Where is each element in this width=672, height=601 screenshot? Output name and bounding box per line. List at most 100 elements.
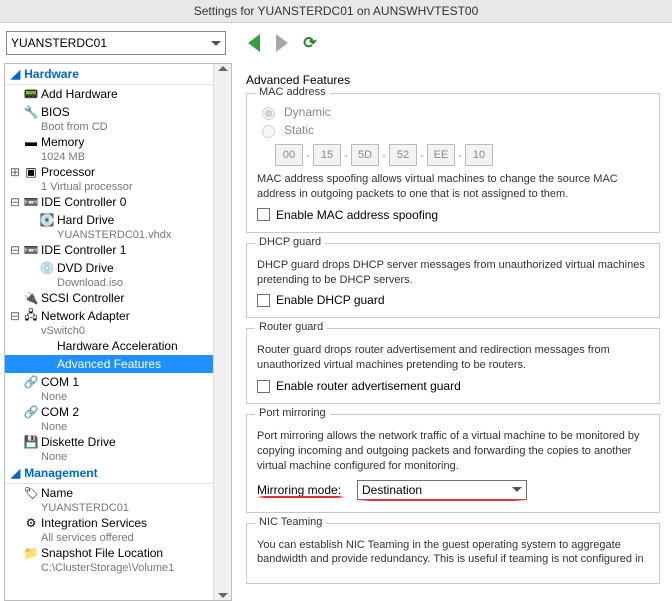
hardware-section-header[interactable]: ◢ Hardware (5, 64, 213, 85)
add-hardware-icon: 📟 (23, 86, 39, 102)
mac-spoofing-checkbox[interactable]: Enable MAC address spoofing (257, 208, 649, 222)
sidebar-scrollbar[interactable] (213, 64, 231, 600)
ide-icon: 📼 (23, 194, 39, 210)
refresh-icon: ⟳ (303, 33, 316, 53)
hardware-label: Hardware (24, 67, 79, 81)
mirroring-mode-select[interactable]: Destination (357, 480, 527, 500)
memory-sub: 1024 MB (5, 151, 213, 163)
mirroring-mode-value: Destination (362, 483, 422, 497)
collapse-icon: ◢ (11, 67, 20, 81)
collapse-icon[interactable]: ⊟ (9, 243, 21, 257)
mirror-legend: Port mirroring (255, 407, 330, 419)
hdd-icon: 💽 (39, 212, 55, 228)
checkbox-icon (257, 208, 270, 221)
com-icon: 🔗 (23, 404, 39, 420)
team-legend: NIC Teaming (255, 516, 326, 528)
tree-item-name[interactable]: 🏷Name (5, 484, 213, 502)
dhcp-desc: DHCP guard drops DHCP server messages fr… (257, 258, 649, 288)
mac-oct-1: 15 (313, 144, 341, 166)
triangle-right-icon (276, 34, 288, 52)
diskette-icon: 💾 (23, 434, 39, 450)
name-icon: 🏷 (23, 485, 39, 501)
triangle-left-icon (248, 34, 260, 52)
com2-sub: None (5, 421, 213, 433)
management-section-header[interactable]: ◢ Management (5, 463, 213, 484)
snapshot-icon: 📁 (23, 545, 39, 561)
tree-item-dvd[interactable]: 💿DVD Drive (5, 259, 213, 277)
disk-sub: None (5, 451, 213, 463)
content-pane: Advanced Features MAC address Dynamic St… (232, 63, 672, 601)
nic-icon: 🖧 (23, 308, 39, 324)
dhcp-legend: DHCP guard (255, 236, 325, 248)
mac-oct-0: 00 (275, 144, 303, 166)
com1-sub: None (5, 391, 213, 403)
tree-item-com1[interactable]: 🔗COM 1 (5, 373, 213, 391)
collapse-icon[interactable]: ⊟ (9, 195, 21, 209)
scroll-down-icon (218, 593, 228, 598)
toolbar: YUANSTERDC01 ⟳ (0, 23, 672, 63)
nav-back-button[interactable] (244, 33, 264, 53)
bios-sub: Boot from CD (5, 121, 213, 133)
mac-address-group: MAC address Dynamic Static 00- 15- 5D- 5… (246, 93, 660, 233)
dvd-sub: Download.iso (5, 277, 213, 289)
content-title: Advanced Features (246, 73, 660, 87)
tree-item-bios[interactable]: 🔧BIOS (5, 103, 213, 121)
expand-icon[interactable]: ⊞ (9, 165, 21, 179)
name-sub: YUANSTERDC01 (5, 502, 213, 514)
mac-oct-3: 52 (389, 144, 417, 166)
annotation-underline (257, 497, 345, 499)
mirror-desc: Port mirroring allows the network traffi… (257, 429, 649, 474)
mac-dynamic-radio: Dynamic (257, 104, 649, 120)
mirroring-mode-label: Mirroring mode: (257, 483, 341, 497)
scsi-icon: 🔌 (23, 290, 39, 306)
tree-item-advanced-features[interactable]: Advanced Features (5, 355, 213, 373)
memory-icon: ▬ (23, 134, 39, 150)
vm-selector-value: YUANSTERDC01 (11, 36, 107, 50)
tree-item-com2[interactable]: 🔗COM 2 (5, 403, 213, 421)
processor-icon: ▣ (23, 164, 39, 180)
tree-item-hw-accel[interactable]: Hardware Acceleration (5, 337, 213, 355)
team-desc: You can establish NIC Teaming in the gue… (257, 538, 649, 568)
com-icon: 🔗 (23, 374, 39, 390)
integ-sub: All services offered (5, 532, 213, 544)
router-desc: Router guard drops router advertisement … (257, 343, 649, 373)
nic-sub: vSwitch0 (5, 325, 213, 337)
mac-static-radio: Static (257, 122, 649, 138)
settings-tree: ◢ Hardware 📟Add Hardware 🔧BIOS Boot from… (4, 63, 232, 601)
router-legend: Router guard (255, 321, 327, 333)
dhcp-guard-checkbox[interactable]: Enable DHCP guard (257, 293, 649, 307)
tree-item-nic[interactable]: ⊟🖧Network Adapter (5, 307, 213, 325)
vm-selector[interactable]: YUANSTERDC01 (6, 31, 226, 55)
scroll-up-icon (218, 66, 228, 71)
tree-item-ide0[interactable]: ⊟📼IDE Controller 0 (5, 193, 213, 211)
snap-sub: C:\ClusterStorage\Volume1 (5, 562, 213, 574)
tree-item-memory[interactable]: ▬Memory (5, 133, 213, 151)
router-guard-checkbox[interactable]: Enable router advertisement guard (257, 379, 649, 393)
mac-desc: MAC address spoofing allows virtual mach… (257, 172, 649, 202)
dhcp-guard-group: DHCP guard DHCP guard drops DHCP server … (246, 243, 660, 319)
mac-oct-4: EE (427, 144, 455, 166)
tree-item-processor[interactable]: ⊞▣Processor (5, 163, 213, 181)
mac-legend: MAC address (255, 86, 330, 98)
refresh-button[interactable]: ⟳ (300, 33, 320, 53)
chevron-down-icon (211, 41, 221, 46)
tree-item-scsi[interactable]: 🔌SCSI Controller (5, 289, 213, 307)
annotation-underline (357, 500, 527, 502)
router-guard-group: Router guard Router guard drops router a… (246, 328, 660, 404)
tree-item-add-hardware[interactable]: 📟Add Hardware (5, 85, 213, 103)
collapse-icon[interactable]: ⊟ (9, 309, 21, 323)
integration-icon: ⚙ (23, 515, 39, 531)
mac-oct-2: 5D (351, 144, 379, 166)
ide-icon: 📼 (23, 242, 39, 258)
window-title: Settings for YUANSTERDC01 on AUNSWHVTEST… (0, 0, 672, 23)
nic-teaming-group: NIC Teaming You can establish NIC Teamin… (246, 523, 660, 585)
checkbox-icon (257, 380, 270, 393)
tree-item-diskette[interactable]: 💾Diskette Drive (5, 433, 213, 451)
mac-value-row: 00- 15- 5D- 52- EE- 10 (275, 144, 649, 166)
tree-item-snapshot[interactable]: 📁Snapshot File Location (5, 544, 213, 562)
bios-icon: 🔧 (23, 104, 39, 120)
tree-item-integration[interactable]: ⚙Integration Services (5, 514, 213, 532)
tree-item-ide1[interactable]: ⊟📼IDE Controller 1 (5, 241, 213, 259)
tree-item-hard-drive[interactable]: 💽Hard Drive (5, 211, 213, 229)
nav-forward-button (272, 33, 292, 53)
